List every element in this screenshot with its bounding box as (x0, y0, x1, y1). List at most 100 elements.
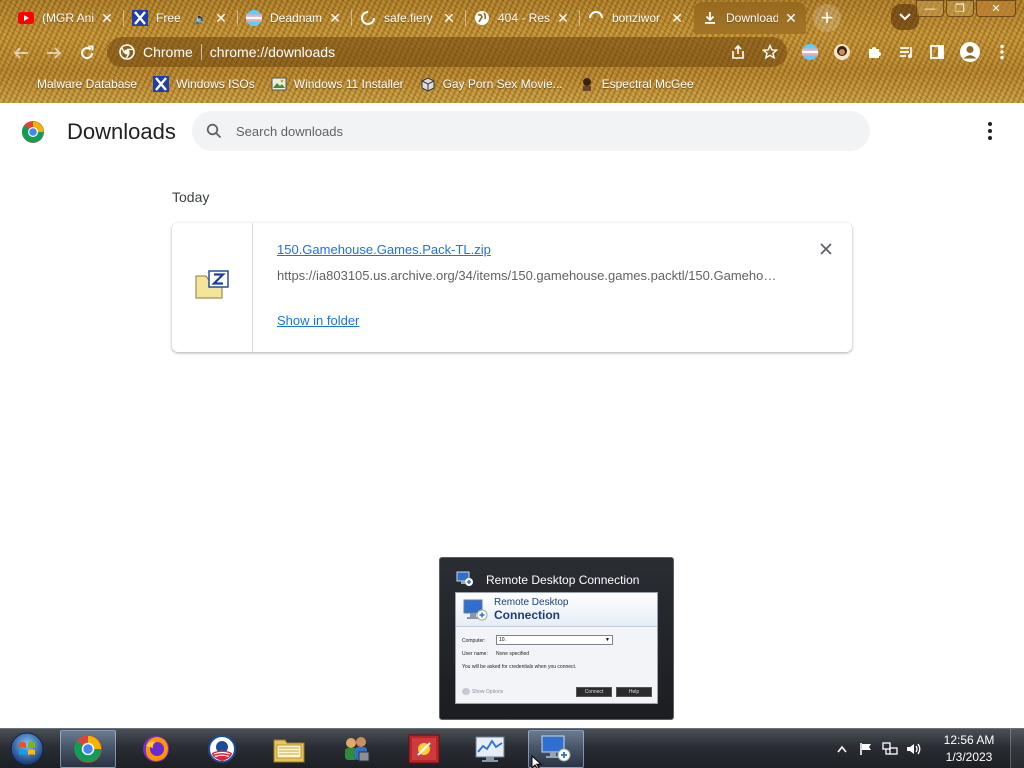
close-tab-icon[interactable]: ✕ (784, 10, 798, 27)
chrome-menu-icon[interactable] (992, 42, 1012, 62)
arrow-right-icon (47, 47, 62, 59)
bookmark-label: Gay Porn Sex Movie... (442, 77, 563, 91)
network-icon[interactable] (880, 739, 900, 759)
downloads-header: Downloads (0, 103, 1024, 159)
taskbar-firefox[interactable] (128, 730, 184, 768)
reload-icon (81, 45, 94, 60)
taskbar-chrome[interactable] (60, 730, 116, 768)
download-item: 150.Gamehouse.Games.Pack-TL.zip https://… (172, 223, 852, 352)
close-tab-icon[interactable]: ✕ (214, 10, 228, 27)
tab-404[interactable]: 404 - Res ✕ (466, 4, 578, 32)
new-tab-button[interactable]: + (813, 4, 841, 32)
bookmark-star-icon[interactable] (761, 43, 779, 61)
tab-downloads[interactable]: Downloads ✕ (694, 2, 806, 34)
credentials-note: You will be asked for credentials when y… (462, 664, 577, 670)
close-window-button[interactable]: ✕ (976, 0, 1016, 17)
bookmark-malware-database[interactable]: Malware Database (14, 76, 137, 92)
clock-time: 12:56 AM (943, 733, 995, 747)
taskbar-obama-logo[interactable] (194, 730, 250, 768)
computer-value: 10. (499, 637, 506, 643)
system-clock[interactable]: 12:56 AM 1/3/2023 (934, 732, 1004, 766)
computer-label: Computer: (462, 638, 486, 644)
chrome-logo-icon (21, 120, 45, 144)
tab-free[interactable]: Free 🔈 ✕ (124, 4, 236, 32)
start-button[interactable] (8, 731, 46, 767)
tab-bonziworld[interactable]: bonziwor ✕ (580, 4, 692, 32)
remote-desktop-icon (456, 571, 474, 587)
audio-playing-icon[interactable]: 🔈 (194, 12, 208, 25)
show-in-folder-link[interactable]: Show in folder (277, 313, 359, 328)
computer-combo[interactable]: 10. ▼ (496, 635, 613, 645)
share-icon[interactable] (729, 43, 747, 61)
tab-youtube[interactable]: (MGR Ani ✕ (10, 4, 122, 32)
show-hidden-icons-button[interactable] (832, 739, 852, 759)
bookmark-windows-isos[interactable]: Windows ISOs (153, 76, 255, 92)
search-box[interactable] (192, 111, 870, 151)
bookmark-blank-icon (14, 76, 30, 92)
avatar-extension-icon[interactable] (832, 42, 852, 62)
close-tab-icon[interactable]: ✕ (556, 10, 570, 27)
bookmark-movie-site[interactable]: Gay Porn Sex Movie... (420, 76, 563, 92)
minimize-button[interactable]: — (916, 0, 944, 17)
back-button[interactable] (8, 40, 34, 66)
close-tab-icon[interactable]: ✕ (328, 10, 342, 27)
tab-title: 404 - Res (498, 11, 550, 25)
bookmark-label: Malware Database (37, 77, 138, 91)
firefox-icon (143, 736, 169, 762)
bookmark-label: Espectral McGee (601, 77, 694, 91)
help-button[interactable]: Help (616, 687, 652, 697)
extensions-puzzle-icon[interactable] (864, 42, 884, 62)
side-panel-icon[interactable] (927, 42, 947, 62)
bookmark-windows-11-installer[interactable]: Windows 11 Installer (271, 76, 404, 92)
taskbar-thumbnail-preview[interactable]: Remote Desktop Connection Remote Desktop… (439, 557, 674, 720)
x-icon (132, 10, 148, 26)
close-tab-icon[interactable]: ✕ (442, 10, 456, 27)
show-desktop-button[interactable] (1010, 729, 1024, 768)
volume-icon[interactable] (904, 739, 924, 759)
taskbar-red-app[interactable] (396, 730, 452, 768)
reload-button[interactable] (74, 40, 100, 66)
show-options-icon (462, 688, 470, 695)
site-chip[interactable]: Chrome (143, 44, 193, 60)
action-center-flag-icon[interactable] (856, 739, 876, 759)
address-bar[interactable]: Chrome chrome://downloads (107, 37, 787, 67)
tab-title: safe.fiery (384, 11, 433, 25)
show-options-button[interactable]: Show Options (472, 689, 503, 695)
download-filename-link[interactable]: 150.Gamehouse.Games.Pack-TL.zip (277, 242, 491, 257)
app-red-icon (408, 734, 440, 764)
forward-button[interactable] (41, 40, 67, 66)
obama-logo-icon (208, 735, 236, 763)
url-text[interactable]: chrome://downloads (210, 44, 335, 60)
dialog-title-line1: Remote Desktop (494, 597, 569, 608)
youtube-icon (18, 10, 34, 26)
close-tab-icon[interactable]: ✕ (100, 10, 114, 27)
trans-flag-extension-icon[interactable] (800, 42, 820, 62)
download-source-url: https://ia803105.us.archive.org/34/items… (277, 268, 777, 283)
tab-safe-fiery[interactable]: safe.fiery ✕ (352, 4, 464, 32)
profile-avatar-icon[interactable] (958, 40, 982, 64)
bookmarks-bar: Malware Database Windows ISOs Windows 11… (0, 72, 1024, 96)
loading-spinner-icon (360, 10, 376, 26)
chevron-up-icon (837, 745, 847, 753)
browser-frame: (MGR Ani ✕ Free 🔈 ✕ Deadnam ✕ safe.fiery… (0, 0, 1024, 103)
connect-button[interactable]: Connect (576, 687, 612, 697)
remove-download-button[interactable] (818, 241, 834, 257)
search-input[interactable] (236, 123, 836, 139)
bookmark-espectral-mcgee[interactable]: Espectral McGee (579, 76, 694, 92)
globe-icon (474, 10, 490, 26)
taskbar-performance-monitor[interactable] (462, 730, 518, 768)
chrome-icon[interactable] (119, 44, 135, 60)
window-controls: — ❐ ✕ (914, 0, 1016, 17)
taskbar-file-explorer[interactable] (261, 730, 317, 768)
dialog-title-line2: Connection (494, 608, 560, 622)
taskbar-people-app[interactable] (328, 730, 384, 768)
close-tab-icon[interactable]: ✕ (670, 10, 684, 27)
chevron-down-icon (899, 13, 911, 21)
image-icon (271, 76, 287, 92)
media-queue-icon[interactable] (896, 42, 916, 62)
tab-deadname[interactable]: Deadnam ✕ (238, 4, 350, 32)
kebab-dot (988, 136, 992, 140)
restore-button[interactable]: ❐ (946, 0, 974, 17)
chrome-icon (74, 735, 102, 763)
more-actions-button[interactable] (978, 119, 1002, 143)
